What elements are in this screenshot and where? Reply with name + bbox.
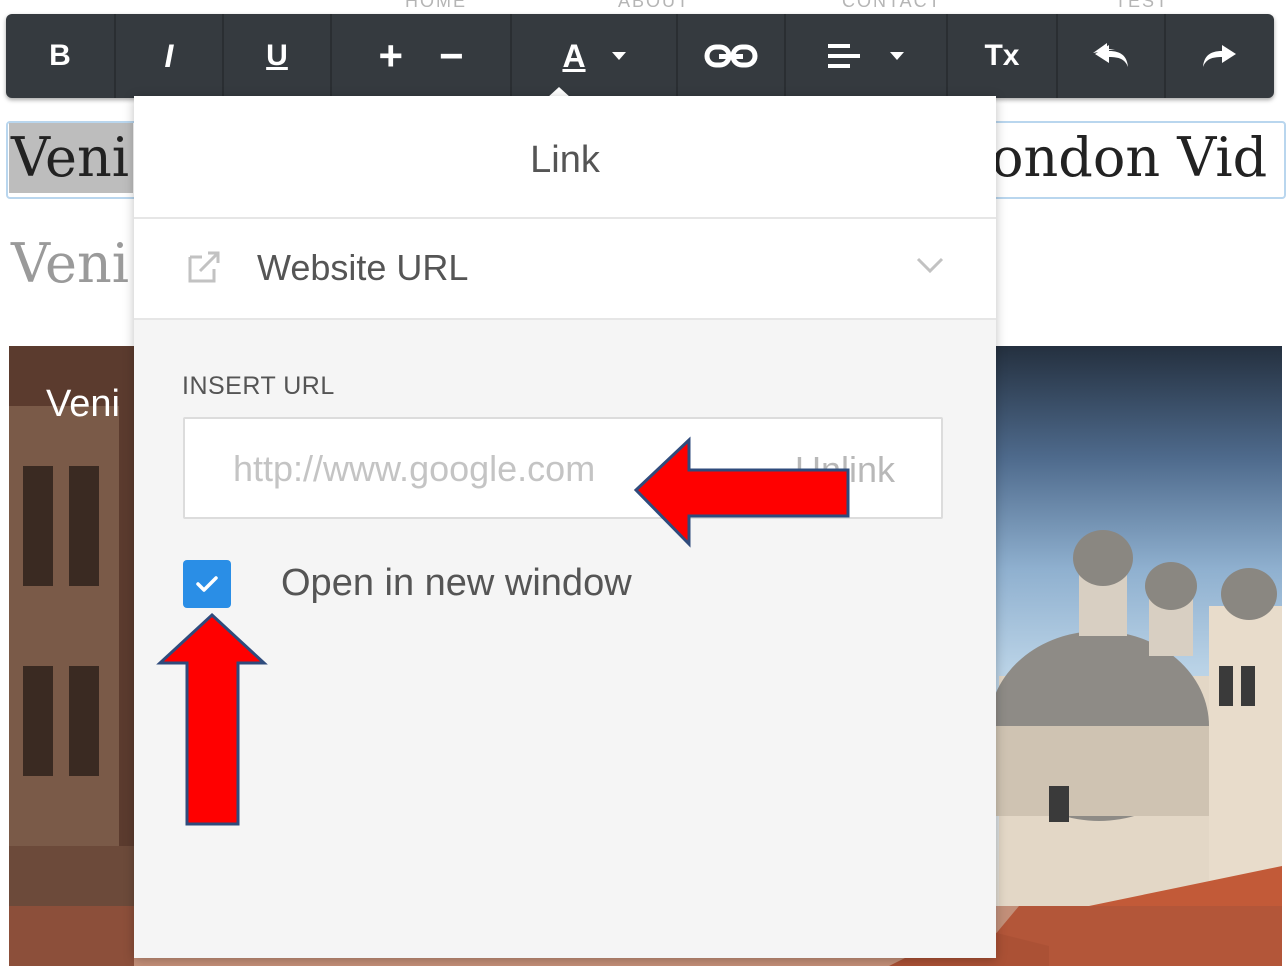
- link-type-dropdown[interactable]: Website URL: [134, 219, 996, 320]
- nav-item-ghost: TEST: [1115, 0, 1170, 11]
- clear-format-icon: Tx: [984, 39, 1020, 72]
- text-color-icon: A: [562, 37, 586, 74]
- photo-caption: Veni: [46, 383, 120, 425]
- undo-icon: [1093, 43, 1128, 67]
- italic-button[interactable]: I: [116, 14, 222, 98]
- link-type-label: Website URL: [257, 247, 469, 288]
- chevron-down-icon: [611, 52, 626, 60]
- link-icon: [704, 44, 758, 68]
- align-left-icon: [828, 44, 860, 68]
- plus-icon[interactable]: +: [378, 32, 403, 80]
- italic-icon: I: [164, 37, 174, 74]
- open-new-window-checkbox[interactable]: [183, 560, 231, 608]
- open-new-window-label: Open in new window: [281, 562, 632, 604]
- minus-icon[interactable]: −: [439, 32, 464, 80]
- chevron-down-icon: [890, 52, 904, 60]
- underline-icon: U: [266, 39, 288, 72]
- url-field: Unlink: [183, 417, 943, 519]
- popover-header: Link: [134, 96, 996, 219]
- insert-url-label: INSERT URL: [182, 372, 335, 400]
- url-input[interactable]: [233, 447, 663, 491]
- heading-text-left: Veni: [11, 126, 130, 189]
- link-popover: Link Website URL INSERT URL Unlink Open …: [134, 96, 996, 958]
- nav-item-ghost: CONTACT: [842, 0, 942, 11]
- external-link-icon: [188, 251, 220, 283]
- font-size-group: + −: [332, 14, 510, 98]
- unlink-button[interactable]: Unlink: [795, 449, 895, 491]
- top-nav-ghost: HOME ABOUT CONTACT TEST: [0, 0, 1287, 14]
- clear-format-button[interactable]: Tx: [948, 14, 1056, 98]
- heading-text-right: ondon Vid: [991, 126, 1268, 189]
- text-color-button[interactable]: A: [512, 14, 676, 98]
- text-format-toolbar: B I U + − A Tx: [6, 14, 1274, 98]
- align-button[interactable]: [786, 14, 946, 98]
- undo-button[interactable]: [1058, 14, 1164, 98]
- redo-icon: [1203, 45, 1236, 67]
- link-button[interactable]: [678, 14, 784, 98]
- popover-title: Link: [530, 139, 600, 181]
- nav-item-ghost: HOME: [405, 0, 467, 11]
- bold-button[interactable]: B: [6, 14, 114, 98]
- chevron-down-icon: [916, 257, 944, 274]
- subheading-text: Veni: [11, 232, 130, 295]
- redo-button[interactable]: [1166, 14, 1274, 98]
- checkmark-icon: [196, 576, 218, 592]
- nav-item-ghost: ABOUT: [618, 0, 691, 11]
- underline-button[interactable]: U: [224, 14, 330, 98]
- bold-icon: B: [49, 39, 71, 72]
